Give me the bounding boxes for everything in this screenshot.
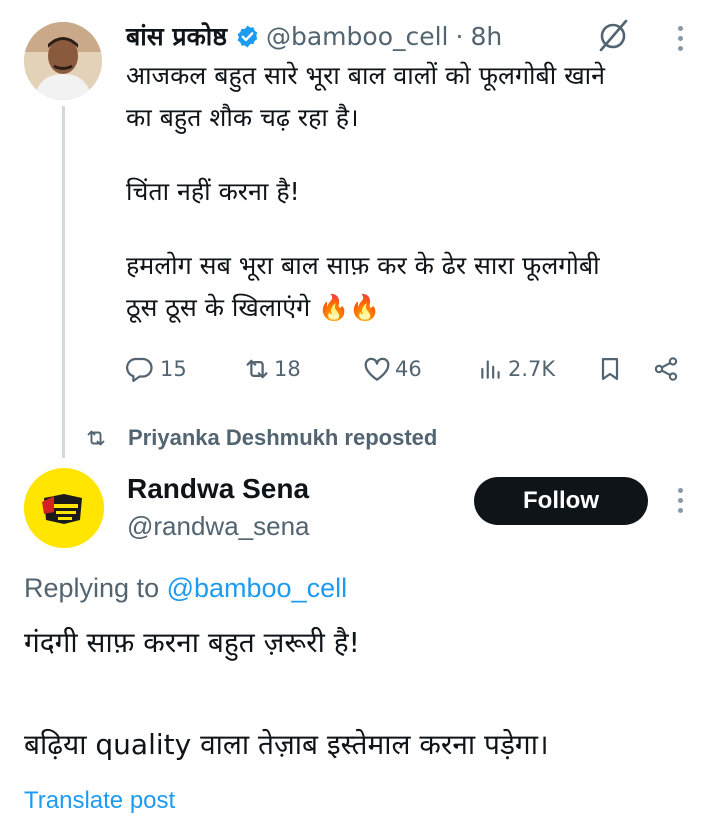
avatar-logo xyxy=(24,468,104,548)
replying-handle-link[interactable]: @bamboo_cell xyxy=(167,573,348,603)
heart-icon xyxy=(364,357,390,381)
bookmark-icon xyxy=(601,357,619,381)
tweet-line: ठूस ठूस के खिलाएंगे 🔥🔥 xyxy=(126,293,381,322)
verified-badge-icon xyxy=(235,24,260,49)
header-separator: · xyxy=(455,21,464,51)
tweet2-text: गंदगी साफ़ करना बहुत ज़रूरी है! बढ़िया q… xyxy=(24,621,704,767)
views-icon xyxy=(481,360,500,379)
tweet-line: का बहुत शौक चढ़ रहा है। xyxy=(126,103,359,132)
tweet-line: चिंता नहीं करना है! xyxy=(126,177,300,206)
grok-icon[interactable] xyxy=(595,17,631,57)
follow-button[interactable]: Follow xyxy=(474,477,648,525)
translate-post-link[interactable]: Translate post xyxy=(24,784,175,818)
tweet-line: बढ़िया quality वाला तेज़ाब इस्तेमाल करना… xyxy=(24,728,549,761)
replying-to: Replying to @bamboo_cell xyxy=(24,569,347,607)
bookmark-button[interactable] xyxy=(596,352,624,386)
tweet1-header: बांस प्रकोष्ठ @bamboo_cell · 8h xyxy=(126,16,502,56)
repost-icon xyxy=(87,430,105,446)
avatar-randwa-sena[interactable] xyxy=(24,468,104,548)
more-vertical-icon[interactable] xyxy=(676,488,684,518)
share-icon xyxy=(654,357,678,381)
avatar-bamboo-cell[interactable] xyxy=(24,22,102,100)
tweet-time[interactable]: 8h xyxy=(470,22,502,51)
tweet-line: आजकल बहुत सारे भूरा बाल वालों को फूलगोबी… xyxy=(126,61,606,90)
more-vertical-icon[interactable] xyxy=(676,26,684,56)
repost-count: 18 xyxy=(274,357,301,381)
view-count: 2.7K xyxy=(508,357,556,381)
reply-icon xyxy=(126,357,153,382)
author-name[interactable]: बांस प्रकोष्ठ xyxy=(126,19,227,53)
like-count: 46 xyxy=(395,357,422,381)
like-button[interactable]: 46 xyxy=(362,352,422,386)
thread-connector-line xyxy=(62,106,65,458)
repost-banner-text[interactable]: Priyanka Deshmukh reposted xyxy=(128,425,437,451)
tweet1-text: आजकल बहुत सारे भूरा बाल वालों को फूलगोबी… xyxy=(126,55,701,329)
views-button[interactable]: 2.7K xyxy=(478,352,555,386)
tweet-line: हमलोग सब भूरा बाल साफ़ कर के ढेर सारा फू… xyxy=(126,251,600,280)
repost-button[interactable]: 18 xyxy=(242,352,301,386)
author-name[interactable]: Randwa Sena xyxy=(127,470,309,508)
reply-count: 15 xyxy=(160,357,187,381)
author-handle[interactable]: @bamboo_cell xyxy=(266,22,449,51)
repost-icon xyxy=(246,359,268,379)
author-handle[interactable]: @randwa_sena xyxy=(127,508,310,544)
replying-prefix: Replying to xyxy=(24,573,167,603)
avatar-image xyxy=(24,22,102,100)
repost-banner: Priyanka Deshmukh reposted xyxy=(84,422,437,454)
tweet-line: गंदगी साफ़ करना बहुत ज़रूरी है! xyxy=(24,626,360,659)
share-button[interactable] xyxy=(652,352,680,386)
reply-button[interactable]: 15 xyxy=(124,352,187,386)
